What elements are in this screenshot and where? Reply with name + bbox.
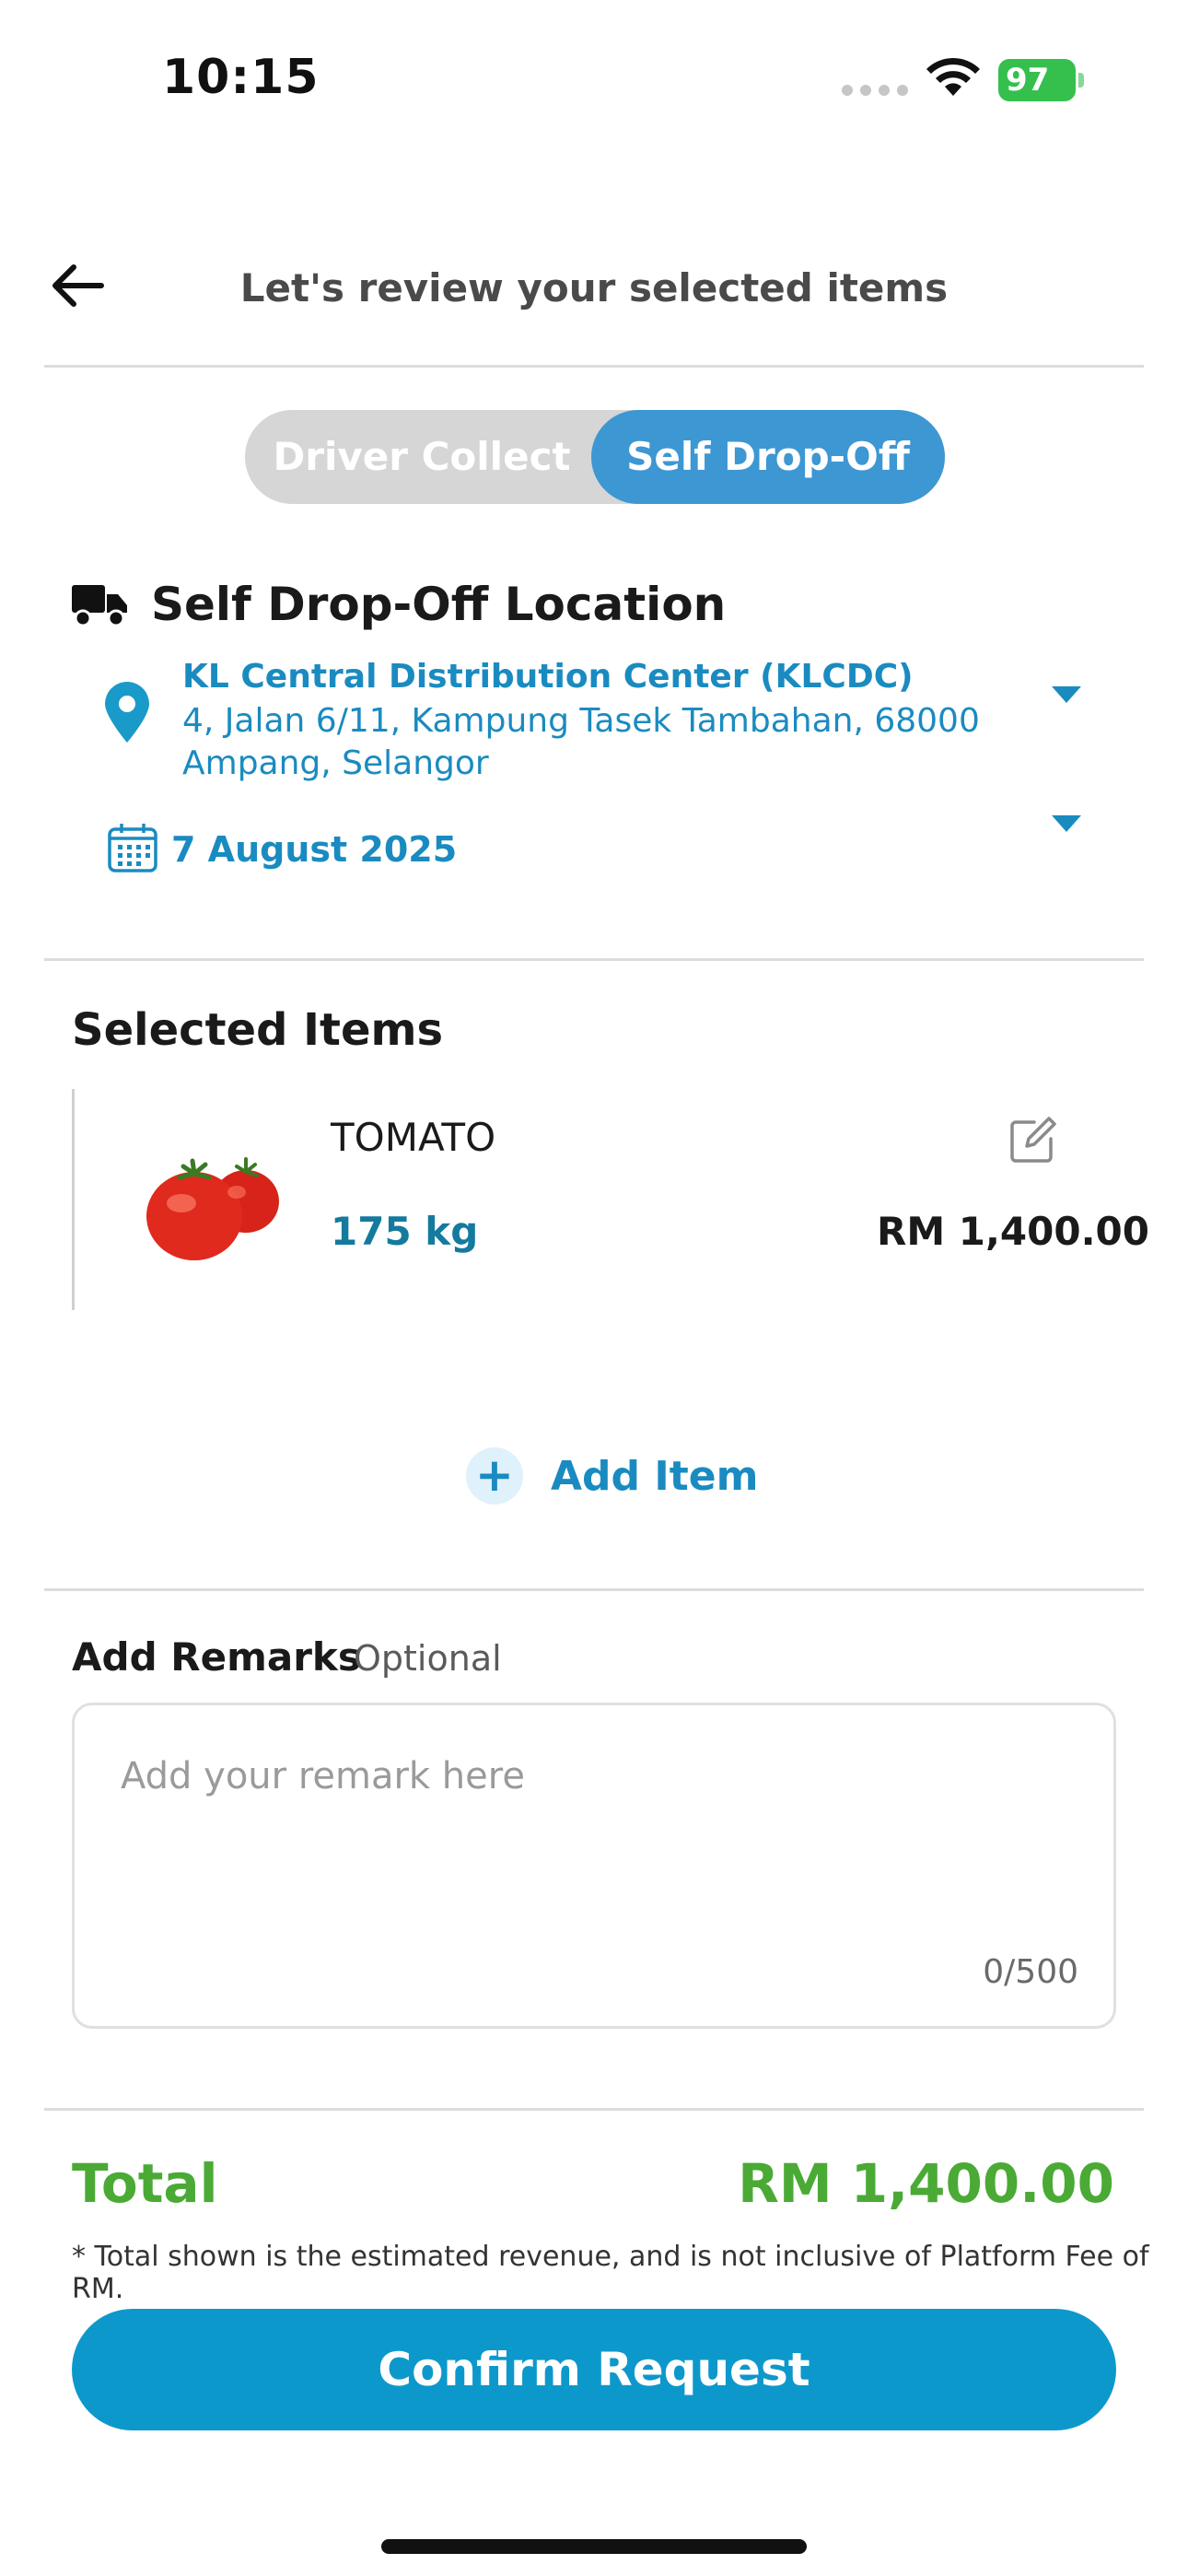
truck-icon [72,585,127,627]
plus-icon: + [466,1447,523,1505]
status-time: 10:15 [162,50,320,105]
remarks-optional-label: Optional [354,1638,502,1679]
page-title: Let's review your selected items [239,265,949,310]
battery-icon: 97 [998,59,1085,101]
location-heading: Self Drop-Off Location [72,577,726,632]
dropoff-location-name[interactable]: KL Central Distribution Center (KLCDC) [182,658,914,696]
total-value: RM 1,400.00 [738,2152,1114,2215]
divider [44,958,1144,961]
remarks-char-counter: 0/500 [983,1953,1078,1991]
item-price: RM 1,400.00 [876,1209,1149,1254]
divider [44,2108,1144,2111]
item-name: TOMATO [331,1115,496,1160]
location-dropdown-chevron-icon[interactable] [1052,686,1081,703]
home-indicator[interactable] [381,2539,807,2554]
total-disclaimer: * Total shown is the estimated revenue, … [72,2241,1149,2305]
divider [44,1588,1144,1591]
location-title: Self Drop-Off Location [151,578,727,631]
remarks-placeholder: Add your remark here [121,1755,525,1797]
item-quantity: 175 kg [331,1209,479,1254]
edit-icon[interactable] [1007,1115,1058,1166]
add-item-label: Add Item [551,1452,759,1500]
battery-level: 97 [998,59,1076,101]
remarks-textarea[interactable]: Add your remark here 0/500 [72,1703,1116,2029]
location-pin-icon [105,682,149,743]
toggle-driver-collect[interactable]: Driver Collect [245,410,599,504]
date-dropdown-chevron-icon[interactable] [1052,815,1081,832]
total-label: Total [72,2152,218,2215]
list-item: TOMATO 175 kg RM 1,400.00 [72,1089,1149,1310]
calendar-icon [108,824,157,872]
dropoff-location-address[interactable]: 4, Jalan 6/11, Kampung Tasek Tambahan, 6… [182,700,993,785]
header: Let's review your selected items [0,230,1188,369]
confirm-request-button[interactable]: Confirm Request [72,2309,1116,2430]
tomato-image [146,1157,279,1260]
cellular-signal-icon [842,85,908,96]
toggle-self-drop-off[interactable]: Self Drop-Off [591,410,945,504]
status-bar: 10:15 97 [0,0,1188,157]
selected-items-title: Selected Items [72,1004,444,1056]
delivery-mode-toggle: Driver Collect Self Drop-Off [245,410,945,504]
add-item-button[interactable]: + Add Item [466,1446,758,1505]
remarks-title: Add Remarks [72,1634,361,1680]
divider [44,365,1144,368]
dropoff-date[interactable]: 7 August 2025 [171,829,457,870]
wifi-icon [926,57,980,96]
